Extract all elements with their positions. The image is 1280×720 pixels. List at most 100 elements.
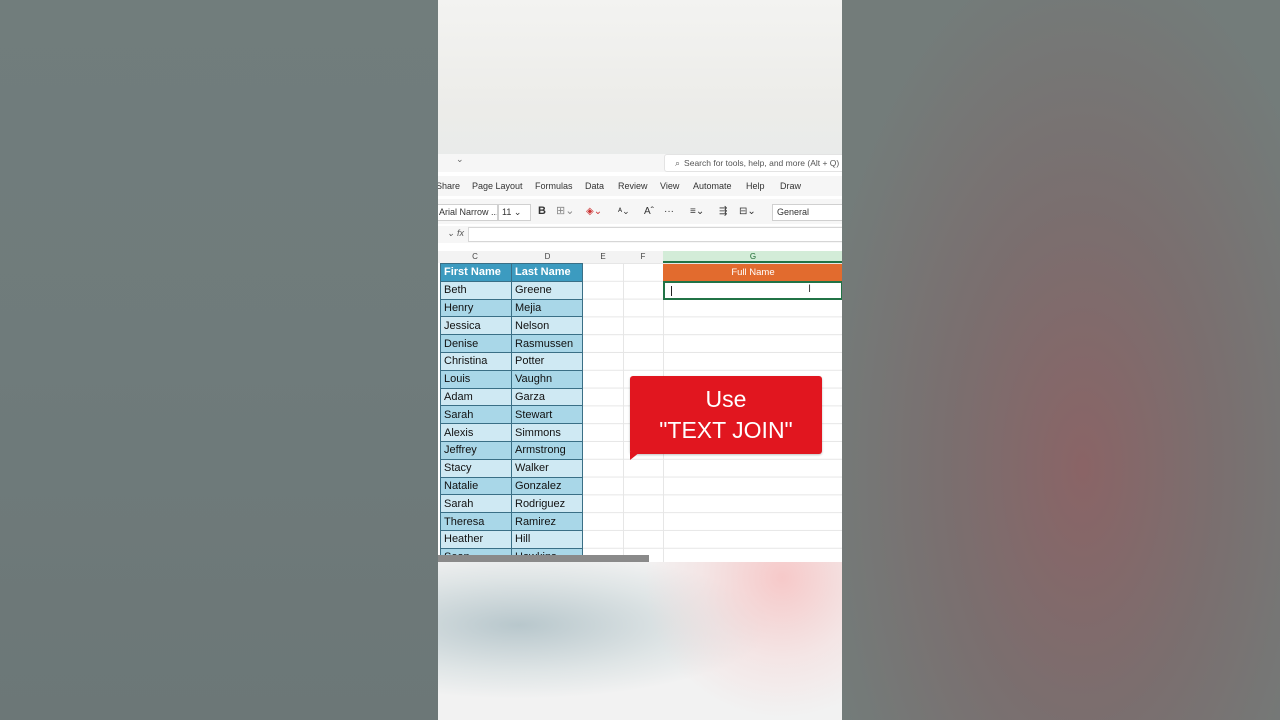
tab-share[interactable]: Share xyxy=(438,181,460,191)
bold-button[interactable]: B xyxy=(538,204,546,219)
column-header-f[interactable]: F xyxy=(623,251,664,263)
last-name-cell[interactable]: Rodriguez xyxy=(511,494,583,514)
title-bar: ⌄ ⌕ Search for tools, help, and more (Alt… xyxy=(438,154,842,172)
names-table: First Name Last Name Beth Greene Henry Meji… xyxy=(440,263,583,562)
callout-line-1: Use xyxy=(705,386,747,412)
text-join-callout: Use "TEXT JOIN" xyxy=(630,376,822,460)
chevron-down-icon: ⌄ xyxy=(513,207,522,217)
bottom-pink-glow xyxy=(642,562,842,720)
last-name-cell[interactable]: Simmons xyxy=(511,423,583,442)
column-header-g[interactable]: G xyxy=(663,251,842,263)
horizontal-scrollbar[interactable] xyxy=(438,555,649,562)
font-name-value: Arial Narrow ... xyxy=(439,207,498,217)
font-color-icon[interactable]: ᴬ⌄ xyxy=(618,204,630,219)
first-name-cell[interactable]: Jeffrey xyxy=(440,440,512,460)
table-row: Alexis Simmons xyxy=(440,423,583,442)
table-row: Theresa Ramirez xyxy=(440,512,583,531)
font-size-select[interactable]: 11 ⌄ xyxy=(498,204,531,221)
last-name-cell[interactable]: Armstrong xyxy=(511,440,583,460)
first-name-cell[interactable]: Christina xyxy=(440,351,512,371)
number-format-select[interactable]: General xyxy=(772,204,842,221)
active-cell[interactable]: I xyxy=(663,281,842,300)
bottom-blur-area xyxy=(438,562,842,720)
first-name-cell[interactable]: Sarah xyxy=(440,405,512,425)
search-box[interactable]: ⌕ Search for tools, help, and more (Alt +… xyxy=(664,154,842,172)
home-toolbar: Arial Narrow ... 11 ⌄ B ⊞⌄ ◈⌄ ᴬ⌄ Aˆ ··· … xyxy=(438,199,842,224)
table-row: Henry Mejia xyxy=(440,298,583,318)
formula-input[interactable] xyxy=(468,227,842,242)
fill-color-icon[interactable]: ◈⌄ xyxy=(586,204,602,219)
top-blur-area xyxy=(438,0,842,157)
formula-bar: ⌄ fx xyxy=(438,226,842,243)
last-name-cell[interactable]: Garza xyxy=(511,387,583,407)
text-caret xyxy=(671,286,672,296)
last-name-cell[interactable]: Rasmussen xyxy=(511,334,583,353)
first-name-cell[interactable]: Beth xyxy=(440,280,512,300)
right-blur-background xyxy=(842,0,1280,720)
gridline xyxy=(623,263,624,562)
table-row: Sarah Stewart xyxy=(440,405,583,425)
increase-font-icon[interactable]: Aˆ xyxy=(644,204,654,219)
column-header-d[interactable]: D xyxy=(512,251,584,263)
tab-help[interactable]: Help xyxy=(746,181,765,191)
table-row: Adam Garza xyxy=(440,387,583,407)
first-name-cell[interactable]: Heather xyxy=(440,529,512,549)
table-row: Louis Vaughn xyxy=(440,369,583,389)
align-icon[interactable]: ≡⌄ xyxy=(690,204,704,219)
table-row: Jeffrey Armstrong xyxy=(440,440,583,460)
table-row: Beth Greene xyxy=(440,280,583,300)
first-name-cell[interactable]: Denise xyxy=(440,334,512,353)
last-name-cell[interactable]: Mejia xyxy=(511,298,583,318)
callout-line-2: "TEXT JOIN" xyxy=(659,417,793,443)
first-name-cell[interactable]: Alexis xyxy=(440,423,512,442)
wrap-text-icon[interactable]: ⇶ xyxy=(719,204,727,219)
ribbon-tabs: Share Page Layout Formulas Data Review V… xyxy=(438,176,842,196)
chevron-down-icon[interactable]: ⌄ xyxy=(456,154,464,165)
header-last-name[interactable]: Last Name xyxy=(511,263,583,282)
first-name-cell[interactable]: Henry xyxy=(440,298,512,318)
merge-icon[interactable]: ⊟⌄ xyxy=(739,204,756,219)
first-name-cell[interactable]: Louis xyxy=(440,369,512,389)
font-name-select[interactable]: Arial Narrow ... xyxy=(438,204,498,221)
last-name-cell[interactable]: Vaughn xyxy=(511,369,583,389)
first-name-cell[interactable]: Sarah xyxy=(440,494,512,514)
fx-icon[interactable]: ⌄ fx xyxy=(447,228,464,239)
table-row: Denise Rasmussen xyxy=(440,334,583,353)
column-header-e[interactable]: E xyxy=(583,251,624,263)
tab-review[interactable]: Review xyxy=(618,181,648,191)
last-name-cell[interactable]: Greene xyxy=(511,280,583,300)
first-name-cell[interactable]: Adam xyxy=(440,387,512,407)
last-name-cell[interactable]: Hill xyxy=(511,529,583,549)
last-name-cell[interactable]: Potter xyxy=(511,351,583,371)
last-name-cell[interactable]: Nelson xyxy=(511,316,583,336)
header-full-name[interactable]: Full Name xyxy=(663,264,842,281)
number-format-value: General xyxy=(777,207,810,217)
first-name-cell[interactable]: Jessica xyxy=(440,316,512,336)
table-row: Heather Hill xyxy=(440,529,583,549)
first-name-cell[interactable]: Natalie xyxy=(440,476,512,496)
font-size-value: 11 xyxy=(502,207,512,217)
table-row: Stacy Walker xyxy=(440,458,583,478)
tab-page-layout[interactable]: Page Layout xyxy=(472,181,523,191)
ibeam-cursor-icon: I xyxy=(808,283,812,295)
tab-draw[interactable]: Draw xyxy=(780,181,801,191)
last-name-cell[interactable]: Ramirez xyxy=(511,512,583,531)
last-name-cell[interactable]: Gonzalez xyxy=(511,476,583,496)
table-row: Jessica Nelson xyxy=(440,316,583,336)
search-placeholder: Search for tools, help, and more (Alt + … xyxy=(684,158,840,168)
search-icon: ⌕ xyxy=(675,158,681,168)
borders-icon[interactable]: ⊞⌄ xyxy=(556,204,574,219)
tab-formulas[interactable]: Formulas xyxy=(535,181,573,191)
tab-data[interactable]: Data xyxy=(585,181,604,191)
last-name-cell[interactable]: Stewart xyxy=(511,405,583,425)
header-first-name[interactable]: First Name xyxy=(440,263,512,282)
tab-automate[interactable]: Automate xyxy=(693,181,732,191)
first-name-cell[interactable]: Theresa xyxy=(440,512,512,531)
tab-view[interactable]: View xyxy=(660,181,679,191)
last-name-cell[interactable]: Walker xyxy=(511,458,583,478)
first-name-cell[interactable]: Stacy xyxy=(440,458,512,478)
more-options-icon[interactable]: ··· xyxy=(664,204,674,219)
video-frame: ⌄ ⌕ Search for tools, help, and more (Alt… xyxy=(438,0,842,720)
callout-tail xyxy=(630,452,640,460)
column-header-c[interactable]: C xyxy=(438,251,513,263)
